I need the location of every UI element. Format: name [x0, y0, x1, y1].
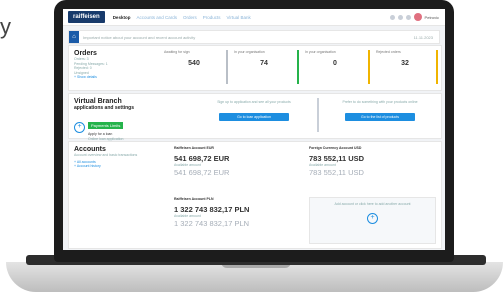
account-amount: 1 322 743 832,17 PLN [174, 205, 250, 214]
screen: raiffeisen Desktop Accounts and Cards Or… [63, 9, 445, 250]
home-icon[interactable]: ⌂ [69, 31, 79, 43]
promo-text: Prefer to do something with your product… [342, 100, 418, 104]
tab-accounts-cards[interactable]: Accounts and Cards [136, 15, 177, 20]
account-card[interactable]: Raiffeisen Account PLN 1 322 743 832,17 … [174, 197, 299, 228]
status-badge: Payments Limits [88, 122, 124, 129]
stat-label: Rejected orders [376, 50, 401, 54]
account-amount: 783 552,11 USD [309, 154, 365, 163]
stat-label: Awaiting for sign [164, 50, 190, 54]
accounts-title: Accounts [74, 146, 106, 153]
tab-virtual-bank[interactable]: Virtual Bank [227, 15, 251, 20]
stat-value[interactable]: 540 [164, 60, 224, 67]
nav-tabs: Desktop Accounts and Cards Orders Produc… [113, 15, 251, 20]
search-icon[interactable] [389, 14, 395, 20]
stat-bar [226, 50, 228, 84]
account-amount: 541 698,72 EUR [174, 154, 230, 163]
promo-divider [317, 98, 319, 132]
tab-desktop[interactable]: Desktop [113, 15, 131, 20]
bell-icon[interactable] [405, 14, 411, 20]
vb-title: Virtual Branch [74, 98, 122, 105]
accounts-sub: Account overview and basic transactions [74, 153, 138, 157]
stat-bar [368, 50, 370, 84]
stat-bar [436, 50, 438, 84]
account-title: Foreign Currency Account USD [309, 146, 362, 150]
orders-title: Orders [74, 50, 97, 57]
info-date: 11.11.2023 [413, 34, 433, 40]
add-account-icon[interactable]: + [367, 212, 378, 224]
account-amount-secondary: 1 322 743 832,17 PLN [174, 218, 250, 228]
account-card[interactable]: Foreign Currency Account USD 783 552,11 … [309, 146, 434, 177]
laptop-base [6, 262, 503, 292]
add-account-card[interactable]: Add account or click here to add another… [309, 197, 436, 244]
stat-label: In your organisation [305, 50, 336, 54]
account-amount-secondary: 783 552,11 USD [309, 167, 364, 177]
virtual-branch-panel: Virtual Branch applications and settings… [68, 93, 442, 141]
stat-value[interactable]: 0 [305, 60, 365, 67]
accounts-panel: Accounts Account overview and basic tran… [68, 141, 442, 249]
show-details-link[interactable]: + Show details [74, 75, 108, 80]
account-amount-secondary: 541 698,72 EUR [174, 167, 230, 177]
account-history-link[interactable]: + Account history [74, 164, 169, 169]
account-card[interactable]: Raiffeisen Account EUR 541 698,72 EUR Av… [174, 146, 294, 177]
stat-value[interactable]: 32 [376, 60, 434, 67]
stat-value[interactable]: 74 [234, 60, 294, 67]
bank-logo[interactable]: raiffeisen [68, 11, 105, 23]
stat-bar [297, 50, 299, 84]
info-bar: ⌂ Important notice about your account an… [68, 30, 440, 44]
loan-application-button[interactable]: Go to loan application [219, 112, 289, 121]
stat-label: In your organisation [234, 50, 265, 54]
top-navigation: raiffeisen Desktop Accounts and Cards Or… [63, 9, 445, 26]
nav-right: Petrovic [389, 13, 439, 21]
account-title: Raiffeisen Account EUR [174, 146, 214, 150]
plus-icon[interactable]: + [74, 122, 85, 134]
account-title: Raiffeisen Account PLN [174, 197, 214, 201]
tab-products[interactable]: Products [203, 15, 221, 20]
heading-letter: y [0, 14, 11, 39]
tab-orders[interactable]: Orders [183, 15, 197, 20]
orders-panel: Orders Orders: 3 Pending Messages: 1 Rej… [68, 45, 442, 91]
info-text: Important notice about your account and … [83, 34, 196, 40]
mail-icon[interactable] [397, 14, 403, 20]
promo-text: Sign up to application and see all your … [217, 100, 291, 104]
laptop-bezel: raiffeisen Desktop Accounts and Cards Or… [54, 0, 454, 262]
vb-subtitle: applications and settings [74, 105, 135, 111]
user-name[interactable]: Petrovic [425, 15, 439, 20]
add-account-text: Add account or click here to add another… [334, 202, 411, 206]
avatar[interactable] [413, 13, 422, 21]
products-list-button[interactable]: Go to the list of products [345, 112, 415, 121]
